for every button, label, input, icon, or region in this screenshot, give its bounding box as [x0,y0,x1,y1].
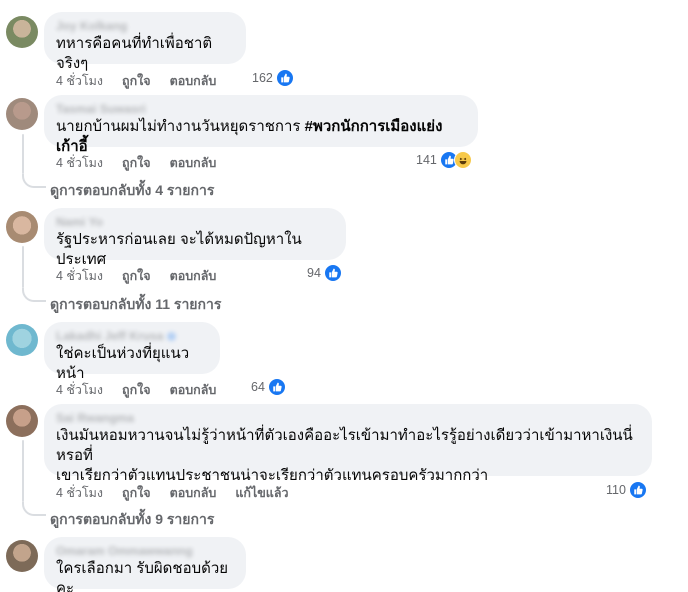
avatar[interactable] [6,540,38,572]
like-button[interactable]: ถูกใจ [122,266,151,286]
comment-author[interactable]: Lakadhi Jeff Krusa [56,329,208,344]
reply-button[interactable]: ตอบกลับ [170,153,217,173]
comment-text: รัฐประหารก่อนเลย จะได้หมดปัญหาในประเทศ [56,231,302,268]
comment-author[interactable]: Omaram Ommawwanng [56,544,234,559]
view-replies-label: ดูการตอบกลับทั้ง 4 รายการ [50,182,215,198]
comment-actions: 4 ชั่วโมง ถูกใจ ตอบกลับ [56,153,235,173]
like-icon [275,69,294,87]
comment-bubble: Lakadhi Jeff Krusa ใช่คะเป็นห่วงที่ยุแนว… [44,322,220,382]
reply-thread-line [22,134,24,174]
comment-text: เงินมันหอมหวานจนไม่รู้ว่าหน้าที่ตัวเองคื… [56,427,633,484]
reaction-count: 141 [416,153,437,167]
view-replies-link[interactable]: ดูการตอบกลับทั้ง 11 รายการ [50,294,221,316]
comment-author[interactable]: Nami Yo [56,215,334,230]
reply-thread-line [22,246,24,288]
comment-thread: Joy Kolkang ทหารคือคนที่ทำเพื่อชาติจริงๆ… [0,0,688,592]
reply-button[interactable]: ตอบกลับ [170,266,217,286]
avatar[interactable] [6,405,38,437]
edited-label[interactable]: แก้ไขแล้ว [235,483,288,503]
comment-time[interactable]: 4 ชั่วโมง [56,153,103,173]
comment-actions: 4 ชั่วโมง ถูกใจ ตอบกลับ [56,266,235,286]
avatar[interactable] [6,211,38,243]
comment-actions: 4 ชั่วโมง ถูกใจ ตอบกลับ [56,71,235,91]
comment-text: ใช่คะเป็นห่วงที่ยุแนวหน้า [56,345,190,382]
comment-text: นายกบ้านผมไม่ทำงานวันหยุดราชการ #พวกนักก… [56,117,466,157]
like-icon [267,378,286,396]
reply-connector [22,502,46,516]
comment-actions: 4 ชั่วโมง ถูกใจ ตอบกลับ แก้ไขแล้ว [56,483,308,503]
comment-author[interactable]: Tasmai Suwasri [56,102,466,117]
comment-bubble: Joy Kolkang ทหารคือคนที่ทำเพื่อชาติจริงๆ [44,12,246,72]
reaction-count: 94 [307,266,321,280]
reply-button[interactable]: ตอบกลับ [170,71,217,91]
view-replies-link[interactable]: ดูการตอบกลับทั้ง 4 รายการ [50,180,214,202]
like-icon [628,481,647,499]
comment-bubble: Sai Rwangma เงินมันหอมหวานจนไม่รู้ว่าหน้… [44,404,652,484]
comment-actions: 4 ชั่วโมง ถูกใจ ตอบกลับ [56,380,235,400]
reaction-count: 64 [251,380,265,394]
comment-time[interactable]: 4 ชั่วโมง [56,483,103,503]
comment-author-name: Lakadhi Jeff Krusa [56,329,164,343]
avatar[interactable] [6,16,38,48]
reaction-count: 110 [606,483,626,497]
reply-thread-line [22,440,24,502]
reaction-summary[interactable]: 94 [307,264,342,282]
haha-icon [453,151,472,169]
like-button[interactable]: ถูกใจ [122,483,151,503]
reply-connector [22,174,46,188]
comment-time[interactable]: 4 ชั่วโมง [56,266,103,286]
comment-time[interactable]: 4 ชั่วโมง [56,71,103,91]
view-replies-label: ดูการตอบกลับทั้ง 11 รายการ [50,296,222,312]
comment-text: ทหารคือคนที่ทำเพื่อชาติจริงๆ [56,35,213,72]
reaction-summary[interactable]: 162 [252,69,294,87]
view-replies-label: ดูการตอบกลับทั้ง 9 รายการ [50,511,215,527]
reply-button[interactable]: ตอบกลับ [170,380,217,400]
comment-text: ใครเลือกมา รับผิดชอบด้วยคะ [56,560,229,592]
comment-bubble: Omaram Ommawwanng ใครเลือกมา รับผิดชอบด้… [44,537,246,592]
reaction-summary[interactable]: 141 [416,151,472,169]
avatar[interactable] [6,324,38,356]
view-replies-link[interactable]: ดูการตอบกลับทั้ง 9 รายการ [50,509,214,531]
reaction-summary[interactable]: 110 [606,481,647,499]
comment-time[interactable]: 4 ชั่วโมง [56,380,103,400]
comment-bubble: Nami Yo รัฐประหารก่อนเลย จะได้หมดปัญหาใน… [44,208,346,268]
reaction-count: 162 [252,71,273,85]
comment-author[interactable]: Joy Kolkang [56,19,234,34]
avatar[interactable] [6,98,38,130]
verified-badge-icon [167,332,177,342]
like-button[interactable]: ถูกใจ [122,153,151,173]
like-icon [323,264,342,282]
like-button[interactable]: ถูกใจ [122,71,151,91]
reaction-summary[interactable]: 64 [251,378,286,396]
comment-author[interactable]: Sai Rwangma [56,411,640,426]
reply-connector [22,288,46,302]
comment-bubble: Tasmai Suwasri นายกบ้านผมไม่ทำงานวันหยุด… [44,95,478,155]
like-button[interactable]: ถูกใจ [122,380,151,400]
comment-text-body: นายกบ้านผมไม่ทำงานวันหยุดราชการ [56,118,305,135]
reply-button[interactable]: ตอบกลับ [170,483,217,503]
